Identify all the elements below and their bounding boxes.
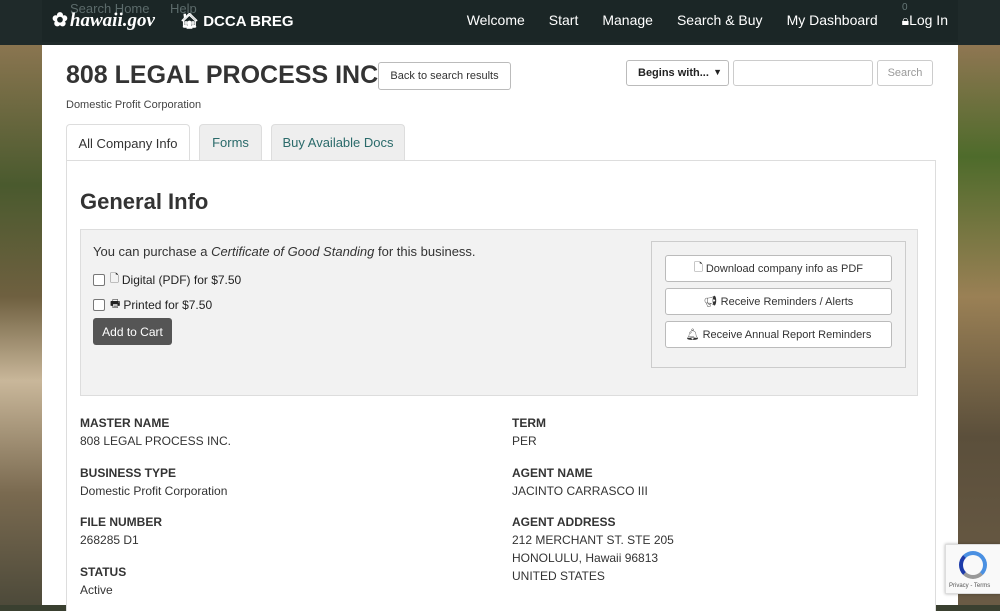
master-name-label: MASTER NAME — [80, 416, 170, 430]
recaptcha-terms[interactable]: Privacy - Terms — [949, 583, 990, 589]
lock-icon: 🔒︎ — [901, 12, 910, 28]
search-mode-value: Begins with... — [638, 67, 709, 79]
option-printed-label: Printed for $7.50 — [123, 297, 213, 312]
purchase-message: You can purchase a Certificate of Good S… — [93, 244, 476, 259]
tab-forms[interactable]: Forms — [199, 124, 262, 160]
certificate-name: Certificate of Good Standing — [211, 244, 375, 259]
brand-text: hawaii.gov — [69, 10, 155, 31]
background-left-strip — [0, 45, 42, 605]
business-type-label: BUSINESS TYPE — [80, 466, 177, 480]
purchase-prefix: You can purchase a — [93, 244, 212, 259]
dcca-breg-home-link[interactable]: 🏠︎ DCCA BREG — [180, 12, 294, 30]
purchase-suffix: for this business. — [374, 244, 476, 259]
agent-name-label: AGENT NAME — [512, 466, 593, 480]
recaptcha-badge[interactable]: Privacy - Terms — [945, 544, 1000, 594]
bell-icon: 🔔︎ — [685, 329, 700, 341]
company-type-subtitle: Domestic Profit Corporation — [66, 99, 202, 111]
tab-all-company-info[interactable]: All Company Info — [66, 124, 190, 161]
top-nav-bar: Search Home Help 0 ✿ hawaii.gov 🏠︎ DCCA B… — [0, 0, 1000, 45]
main-content-card: 808 LEGAL PROCESS INC. Back to search re… — [42, 45, 958, 611]
status-value: Active — [80, 583, 113, 597]
tab-buy-available-docs[interactable]: Buy Available Docs — [271, 124, 405, 160]
section-label: DCCA BREG — [203, 13, 294, 30]
term-value: PER — [512, 434, 537, 448]
agent-name-value: JACINTO CARRASCO III — [512, 484, 648, 498]
hibiscus-icon: ✿ — [52, 10, 68, 31]
nav-search-buy[interactable]: Search & Buy — [677, 12, 763, 29]
hawaii-gov-logo[interactable]: ✿ hawaii.gov — [52, 9, 155, 32]
reminders-alerts-label: Receive Reminders / Alerts — [720, 295, 854, 308]
search-button[interactable]: Search — [877, 60, 933, 86]
nav-welcome[interactable]: Welcome — [467, 12, 525, 29]
file-number-value: 268285 D1 — [80, 533, 139, 547]
digital-checkbox[interactable] — [93, 274, 105, 286]
nav-start[interactable]: Start — [549, 12, 579, 29]
add-to-cart-button[interactable]: Add to Cart — [93, 318, 172, 345]
actions-box: 🗋︎ Download company info as PDF 📢︎ Recei… — [651, 241, 906, 368]
file-number-label: FILE NUMBER — [80, 515, 162, 529]
back-to-search-button[interactable]: Back to search results — [378, 62, 511, 90]
nav-manage[interactable]: Manage — [602, 12, 653, 29]
search-mode-select[interactable]: Begins with... ▼ — [626, 60, 729, 86]
page-title: 808 LEGAL PROCESS INC. — [66, 61, 386, 89]
annual-report-reminders-button[interactable]: 🔔︎ Receive Annual Report Reminders — [665, 321, 892, 348]
section-heading: General Info — [80, 189, 209, 214]
annual-report-label: Receive Annual Report Reminders — [702, 328, 872, 341]
option-digital[interactable]: 🗋︎ Digital (PDF) for $7.50 — [93, 270, 241, 289]
option-printed[interactable]: 🖶︎ Printed for $7.50 — [93, 295, 212, 314]
option-digital-label: Digital (PDF) for $7.50 — [121, 272, 242, 287]
main-nav: Welcome Start Manage Search & Buy My Das… — [467, 12, 948, 29]
agent-address-line-3: UNITED STATES — [512, 569, 605, 583]
megaphone-icon: 📢︎ — [703, 296, 718, 308]
term-label: TERM — [512, 416, 546, 430]
agent-address-line-2: HONOLULU, Hawaii 96813 — [512, 551, 659, 565]
top-nav-inner: Search Home Help 0 ✿ hawaii.gov 🏠︎ DCCA B… — [42, 0, 958, 42]
pdf-file-icon: 🗋︎ — [110, 273, 119, 285]
search-input[interactable] — [733, 60, 873, 86]
business-type-value: Domestic Profit Corporation — [80, 484, 228, 498]
background-right-strip — [958, 45, 1000, 605]
agent-address-label: AGENT ADDRESS — [512, 515, 616, 529]
printed-checkbox[interactable] — [93, 299, 105, 311]
tab-panel: General Info You can purchase a Certific… — [66, 160, 936, 611]
agent-address-line-1: 212 MERCHANT ST. STE 205 — [512, 533, 674, 547]
log-in-label: Log In — [909, 12, 948, 28]
recaptcha-icon — [959, 551, 987, 579]
master-name-value: 808 LEGAL PROCESS INC. — [80, 434, 231, 448]
pdf-file-icon: 🗋︎ — [694, 262, 703, 274]
printer-icon: 🖶︎ — [110, 298, 121, 310]
reminders-alerts-button[interactable]: 📢︎ Receive Reminders / Alerts — [665, 288, 892, 315]
download-pdf-button[interactable]: 🗋︎ Download company info as PDF — [665, 255, 892, 282]
nav-log-in[interactable]: 🔒︎Log In — [902, 12, 948, 29]
home-icon: 🏠︎ — [180, 13, 200, 30]
status-label: STATUS — [80, 565, 127, 579]
nav-my-dashboard[interactable]: My Dashboard — [787, 12, 878, 29]
purchase-well: You can purchase a Certificate of Good S… — [80, 229, 918, 396]
download-pdf-label: Download company info as PDF — [705, 262, 863, 275]
chevron-down-icon: ▼ — [713, 67, 722, 77]
